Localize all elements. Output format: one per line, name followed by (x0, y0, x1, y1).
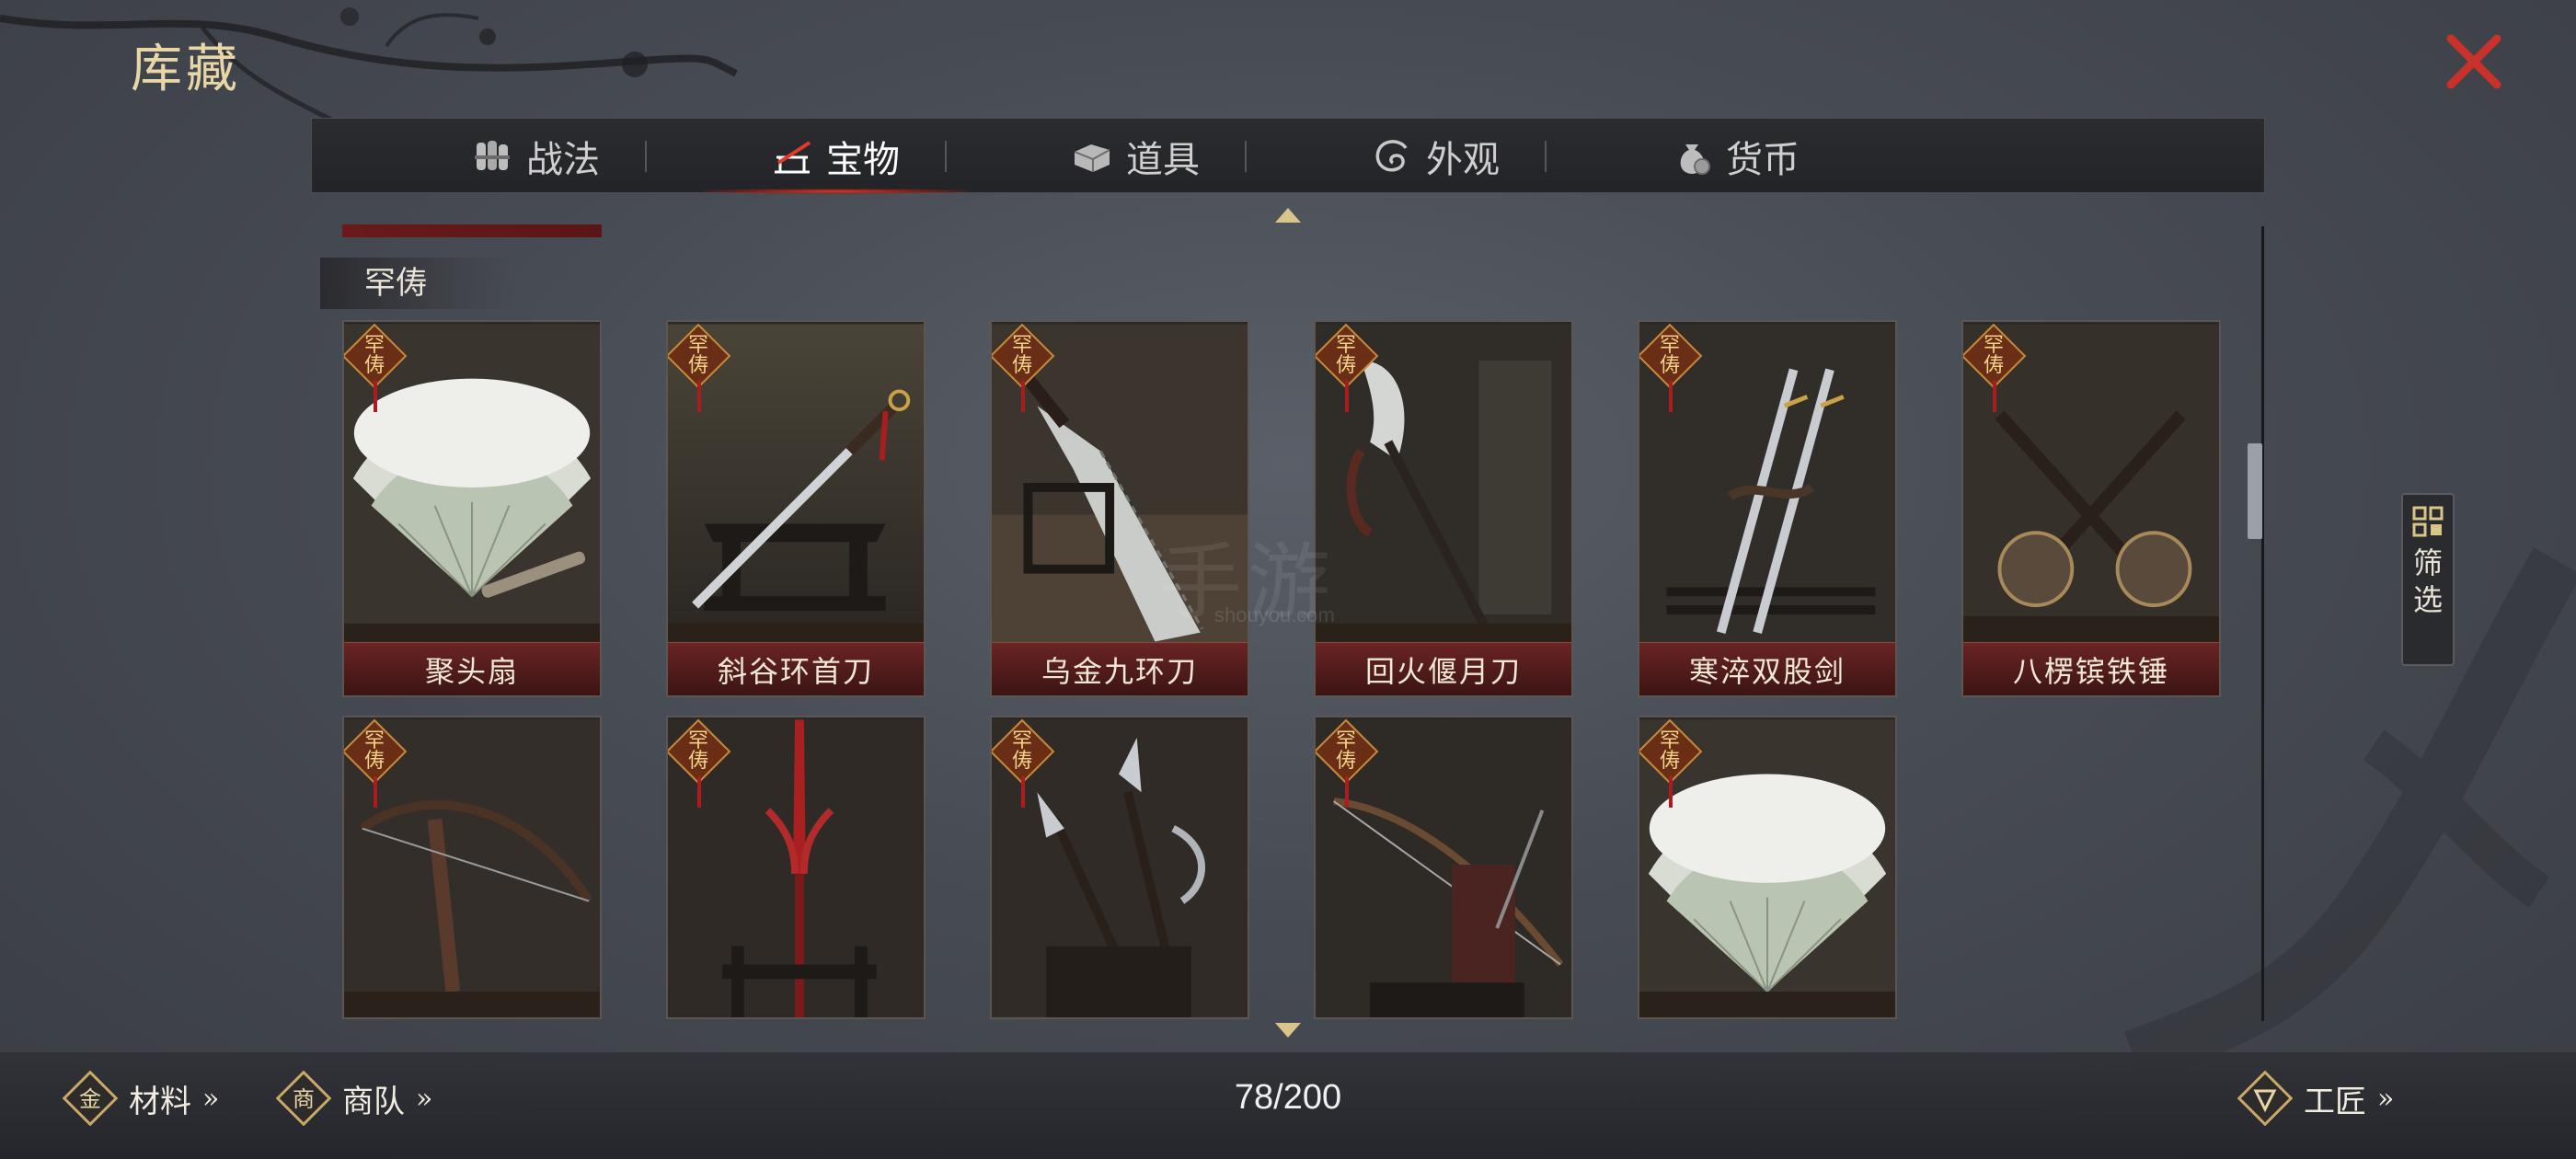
double-chevron-icon: » (2377, 1082, 2395, 1115)
tassel (1669, 381, 1673, 412)
double-chevron-icon: » (202, 1082, 220, 1115)
treasure-card[interactable]: 罕俦 寒淬双股剑 (1638, 320, 1897, 697)
treasure-card[interactable]: 罕俦 八楞镔铁锤 (1961, 320, 2221, 697)
tassel (697, 776, 701, 808)
tab-divider (1545, 141, 1547, 172)
treasure-card[interactable]: 罕俦 (342, 716, 602, 1019)
scroll-up-arrow-icon[interactable] (1275, 208, 1301, 223)
tab-tactics[interactable]: 战法 (385, 119, 685, 194)
section-label: 罕俦 (320, 258, 513, 309)
tassel (1021, 776, 1025, 808)
caravan-label: 商队 (342, 1083, 405, 1120)
tab-label: 宝物 (826, 139, 900, 181)
tab-currency[interactable]: 货币 (1585, 119, 1885, 194)
treasure-card[interactable]: 罕俦 (1638, 716, 1897, 1019)
swirl-icon (1375, 140, 1408, 172)
treasure-name: 乌金九环刀 (992, 642, 1248, 695)
caravan-button[interactable]: 商 商队 » (276, 1065, 432, 1131)
treasure-name: 八楞镔铁锤 (1963, 642, 2219, 695)
close-icon[interactable] (2444, 31, 2504, 92)
treasure-card[interactable]: 罕俦 回火偃月刀 (1314, 320, 1573, 697)
weapon-rack-icon (775, 141, 811, 174)
caravan-diamond-icon: 商 (276, 1071, 331, 1126)
page-title: 库藏 (131, 40, 241, 99)
tassel (697, 381, 701, 412)
svg-text:金: 金 (79, 1086, 101, 1112)
craftsman-label: 工匠 (2304, 1083, 2366, 1120)
materials-label: 材料 (129, 1083, 191, 1120)
craftsman-button[interactable]: 工匠 » (2237, 1065, 2394, 1131)
svg-text:商: 商 (293, 1086, 315, 1112)
treasure-name: 斜谷环首刀 (668, 642, 924, 695)
tab-appearance[interactable]: 外观 (1285, 119, 1585, 194)
section-divider (342, 224, 602, 237)
filter-label: 筛选 (2412, 545, 2443, 617)
tassel (374, 776, 377, 808)
treasure-name: 寒淬双股剑 (1639, 642, 1895, 695)
tab-divider (945, 141, 947, 172)
chest-icon (1074, 144, 1110, 172)
treasure-card[interactable]: 罕俦 (990, 716, 1249, 1019)
watermark-url: shouyou.com (1214, 603, 1335, 626)
scrollbar-thumb[interactable] (2248, 443, 2262, 539)
tab-treasures[interactable]: 宝物 (685, 119, 985, 194)
scroll-down-arrow-icon[interactable] (1275, 1023, 1301, 1038)
treasure-card[interactable]: 罕俦 斜谷环首刀 (666, 320, 926, 697)
tab-label: 战法 (526, 139, 600, 181)
tab-divider (1245, 141, 1247, 172)
materials-diamond-icon: 金 (63, 1071, 118, 1126)
treasure-card[interactable]: 罕俦 乌金九环刀 (990, 320, 1249, 697)
tassel (1669, 776, 1673, 808)
scroll-bundle-icon (475, 141, 510, 170)
tassel (1345, 776, 1349, 808)
tassel (1993, 381, 1996, 412)
money-bag-icon (1680, 144, 1710, 175)
tab-label: 外观 (1426, 139, 1500, 181)
treasure-card[interactable]: 罕俦 (1314, 716, 1573, 1019)
grid-icon (2412, 506, 2444, 537)
inventory-counter: 78/200 (1234, 1078, 1342, 1117)
tassel (1021, 381, 1025, 412)
craftsman-diamond-icon (2237, 1071, 2293, 1126)
treasure-card[interactable]: 罕俦 (666, 716, 926, 1019)
tab-items[interactable]: 道具 (985, 119, 1285, 194)
tab-divider (645, 141, 647, 172)
materials-button[interactable]: 金 材料 » (63, 1065, 219, 1131)
tassel (1345, 381, 1349, 412)
treasure-name: 聚头扇 (344, 642, 600, 695)
filter-button[interactable]: 筛选 (2401, 493, 2455, 666)
category-tab-bar: 战法 宝物 道具 外观 货币 (311, 118, 2265, 194)
double-chevron-icon: » (416, 1082, 433, 1115)
tassel (374, 381, 377, 412)
treasure-name: 回火偃月刀 (1316, 642, 1571, 695)
treasure-card[interactable]: 罕俦 不屈 聚头扇 极 (342, 320, 602, 697)
scrollbar-track[interactable] (2261, 226, 2264, 1021)
tab-label: 货币 (1726, 139, 1800, 181)
tab-label: 道具 (1126, 139, 1200, 181)
